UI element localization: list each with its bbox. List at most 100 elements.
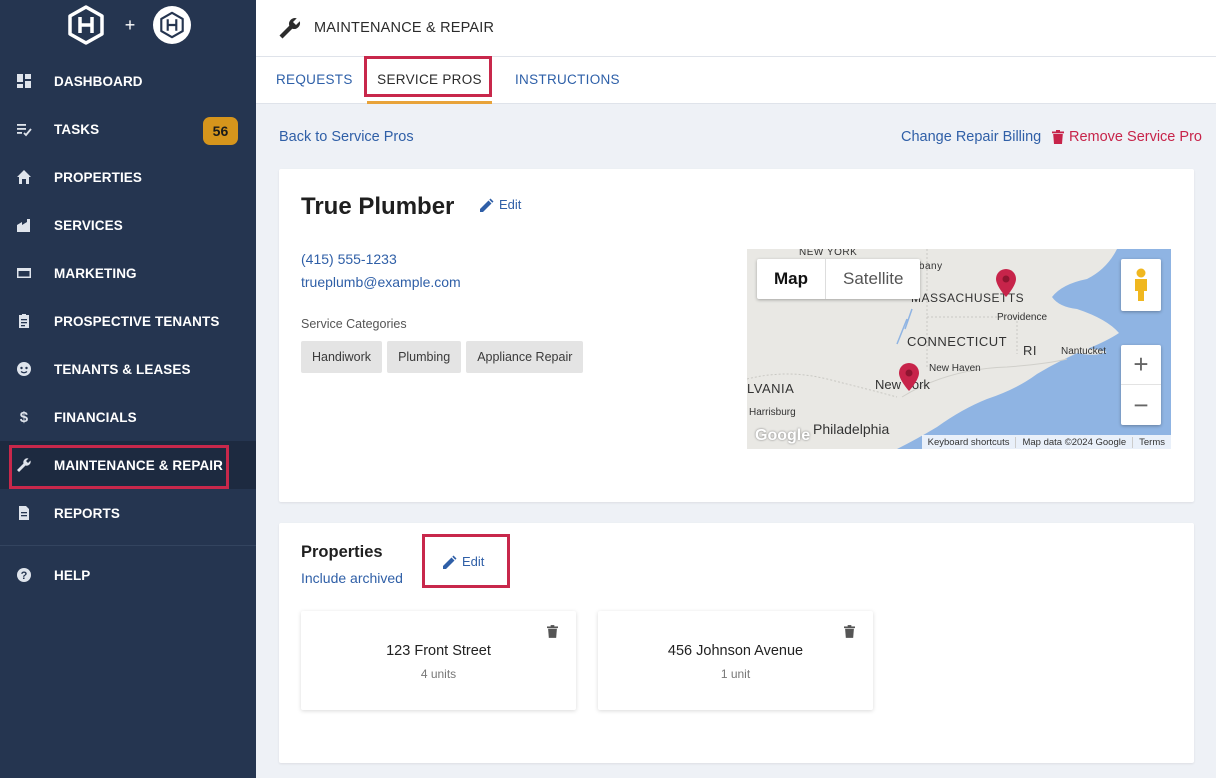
category-chip: Plumbing [387,341,462,373]
sidebar-item-label: PROSPECTIVE TENANTS [54,313,220,329]
trash-icon [1052,130,1064,144]
sidebar-item-properties[interactable]: PROPERTIES [0,153,256,201]
remove-service-pro-button[interactable]: Remove Service Pro [1052,129,1202,145]
map-label-pennsylvania: LVANIA [747,381,795,396]
sidebar-item-label: TENANTS & LEASES [54,361,191,377]
sidebar-item-prospective-tenants[interactable]: PROSPECTIVE TENANTS [0,297,256,345]
service-categories: Handiwork Plumbing Appliance Repair [301,341,584,373]
sidebar-item-maintenance-repair[interactable]: MAINTENANCE & REPAIR [0,441,256,489]
page-header: MAINTENANCE & REPAIR [256,0,1216,57]
sidebar-item-label: MAINTENANCE & REPAIR [54,457,224,473]
back-to-service-pros-link[interactable]: Back to Service Pros [279,129,414,145]
clipboard-icon [16,313,32,329]
map-label-philadelphia: Philadelphia [813,421,890,437]
map-label-ri: RI [1023,343,1037,358]
map-label-providence: Providence [997,312,1048,323]
delete-property-icon[interactable] [547,625,558,638]
pencil-icon [443,555,457,569]
map-data-attribution: Map data ©2024 Google [1016,436,1134,448]
include-archived-link[interactable]: Include archived [301,570,403,586]
google-logo: Google [755,427,811,444]
sidebar-item-tenants-leases[interactable]: TENANTS & LEASES [0,345,256,393]
tab-service-pros[interactable]: SERVICE PROS [367,57,492,104]
service-pro-name: True Plumber [301,193,455,220]
street-view-pegman-icon[interactable] [1121,259,1161,311]
service-pro-card: True Plumber Edit (415) 555-1233 trueplu… [279,169,1194,502]
page-title: MAINTENANCE & REPAIR [314,20,495,36]
tasks-icon [16,121,32,137]
tenant-icon [16,361,32,377]
property-card[interactable]: 123 Front Street 4 units [301,611,576,710]
marketing-icon [16,265,32,281]
dollar-icon: $ [19,408,29,426]
sidebar-item-label: REPORTS [54,505,120,521]
map-label-nantucket: Nantucket [1061,346,1107,357]
edit-label: Edit [462,554,485,569]
zoom-in-button[interactable]: + [1121,345,1161,385]
map-label-new-haven: New Haven [929,363,981,374]
sidebar-item-dashboard[interactable]: DASHBOARD [0,57,256,105]
sidebar: + DASHBOARD TASKS 56 PROPERTIES SERVICES [0,0,256,778]
sidebar-item-tasks[interactable]: TASKS 56 [0,105,256,153]
property-name: 123 Front Street [386,643,491,659]
map-label-harrisburg: Harrisburg [749,407,796,418]
change-repair-billing-link[interactable]: Change Repair Billing [901,129,1041,145]
sidebar-item-label: MARKETING [54,265,137,281]
phone-link[interactable]: (415) 555-1233 [301,251,397,267]
properties-title: Properties [301,543,383,561]
tab-requests[interactable]: REQUESTS [276,57,353,104]
map-footer: Keyboard shortcuts Map data ©2024 Google… [921,435,1171,449]
sidebar-item-services[interactable]: SERVICES [0,201,256,249]
category-chip: Handiwork [301,341,383,373]
dashboard-icon [16,73,32,89]
map-type-satellite-button[interactable]: Satellite [826,259,920,299]
sidebar-item-label: FINANCIALS [54,409,137,425]
edit-label: Edit [499,197,522,212]
tab-bar: REQUESTS SERVICE PROS INSTRUCTIONS [256,57,1216,104]
partner-logo-icon [153,6,192,44]
map-type-map-button[interactable]: Map [757,259,826,299]
map-label-ny-state: NEW YORK [799,249,858,258]
sidebar-item-reports[interactable]: REPORTS [0,489,256,537]
svg-text:?: ? [21,570,28,582]
map-label-connecticut: CONNECTICUT [907,334,1008,349]
location-map[interactable]: NEW YORK Albany MASSACHUSETTS Providence… [747,249,1171,449]
home-icon [16,169,32,185]
brand-logo-icon [67,5,104,45]
sidebar-item-label: SERVICES [54,217,123,233]
delete-property-icon[interactable] [844,625,855,638]
category-chip: Appliance Repair [466,341,584,373]
report-icon [16,505,32,521]
sidebar-nav: DASHBOARD TASKS 56 PROPERTIES SERVICES M… [0,57,256,537]
logo-plus: + [124,14,136,35]
sidebar-item-marketing[interactable]: MARKETING [0,249,256,297]
logo-area: + [0,0,256,50]
keyboard-shortcuts-link[interactable]: Keyboard shortcuts [922,436,1017,448]
wrench-icon [16,457,32,473]
terms-link[interactable]: Terms [1133,437,1171,448]
sidebar-item-label: PROPERTIES [54,169,143,185]
email-link[interactable]: trueplumb@example.com [301,274,461,290]
property-units: 4 units [420,667,457,681]
sidebar-item-financials[interactable]: $ FINANCIALS [0,393,256,441]
properties-card: Properties Include archived Edit 123 Fro… [279,523,1194,763]
services-icon [16,217,32,233]
remove-service-pro-label: Remove Service Pro [1069,129,1202,145]
edit-service-pro-button[interactable]: Edit [480,197,521,212]
tasks-count-badge: 56 [203,117,238,145]
sidebar-item-label: HELP [54,567,91,583]
map-type-toggle: Map Satellite [757,259,921,299]
sidebar-divider [0,545,256,546]
property-card[interactable]: 456 Johnson Avenue 1 unit [598,611,873,710]
pencil-icon [480,198,494,212]
edit-properties-button[interactable]: Edit [443,554,484,569]
tab-instructions[interactable]: INSTRUCTIONS [515,57,620,104]
map-pin-icon[interactable] [995,269,1017,299]
map-pin-icon[interactable] [898,363,920,393]
sidebar-item-help[interactable]: ? HELP [0,551,256,599]
zoom-out-button[interactable]: − [1121,385,1161,425]
property-name: 456 Johnson Avenue [667,643,804,659]
sidebar-item-label: TASKS [54,121,100,137]
service-categories-label: Service Categories [301,317,407,331]
help-icon: ? [16,567,32,583]
